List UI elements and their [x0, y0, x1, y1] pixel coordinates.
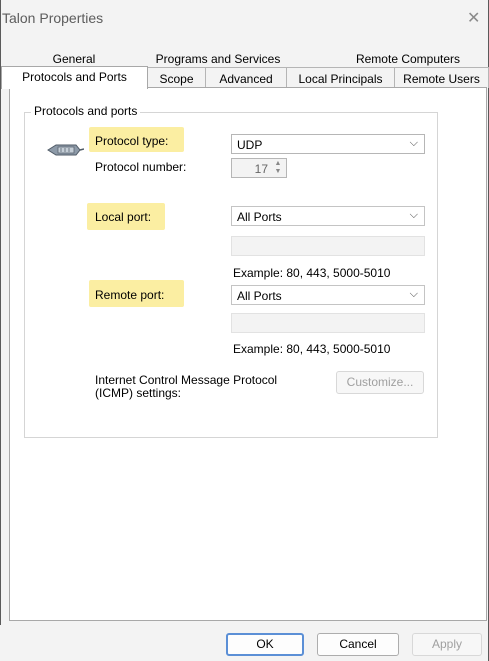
tab-remote-users[interactable]: Remote Users	[394, 67, 489, 88]
remote-port-input[interactable]	[231, 313, 425, 333]
tab-scope[interactable]: Scope	[147, 67, 206, 88]
tab-protocols-and-ports[interactable]: Protocols and Ports	[1, 66, 148, 89]
dialog-title: Talon Properties	[2, 10, 104, 26]
tab-advanced[interactable]: Advanced	[205, 67, 287, 88]
tab-programs-and-services[interactable]: Programs and Services	[148, 52, 288, 66]
apply-button[interactable]: Apply	[412, 633, 482, 656]
group-title: Protocols and ports	[31, 104, 141, 118]
protocol-number-spinner[interactable]: 17 ▲ ▼	[231, 158, 287, 178]
close-icon[interactable]: ✕	[467, 8, 480, 28]
protocol-type-select[interactable]: UDP ⌵	[231, 134, 425, 154]
chevron-down-icon: ⌵	[409, 209, 418, 221]
local-port-input[interactable]	[231, 236, 425, 256]
protocol-number-label: Protocol number:	[95, 160, 187, 174]
local-port-select[interactable]: All Ports ⌵	[231, 206, 425, 226]
icmp-label-line1: Internet Control Message Protocol	[95, 373, 278, 387]
title-bar: Talon Properties ✕	[1, 0, 488, 38]
protocol-type-label: Protocol type:	[95, 134, 169, 148]
chevron-down-icon: ⌵	[409, 137, 418, 149]
remote-port-example: Example: 80, 443, 5000-5010	[233, 342, 391, 356]
network-plug-icon	[47, 144, 84, 156]
local-port-label: Local port:	[95, 210, 152, 224]
tab-remote-computers[interactable]: Remote Computers	[353, 52, 463, 66]
protocol-type-value: UDP	[237, 138, 263, 152]
remote-port-value: All Ports	[237, 289, 282, 303]
tab-local-principals[interactable]: Local Principals	[286, 67, 395, 88]
local-port-value: All Ports	[237, 210, 282, 224]
remote-port-label: Remote port:	[95, 288, 165, 302]
ok-button[interactable]: OK	[226, 633, 304, 656]
protocol-number-value: 17	[254, 162, 268, 176]
spinner-arrows-icon[interactable]: ▲ ▼	[272, 160, 284, 176]
tab-general[interactable]: General	[39, 52, 109, 66]
chevron-down-icon: ⌵	[409, 288, 418, 300]
icmp-label-line2: (ICMP) settings:	[95, 386, 182, 400]
local-port-example: Example: 80, 443, 5000-5010	[233, 266, 391, 280]
remote-port-select[interactable]: All Ports ⌵	[231, 285, 425, 305]
customize-button[interactable]: Customize...	[336, 371, 424, 394]
cancel-button[interactable]: Cancel	[317, 633, 399, 656]
